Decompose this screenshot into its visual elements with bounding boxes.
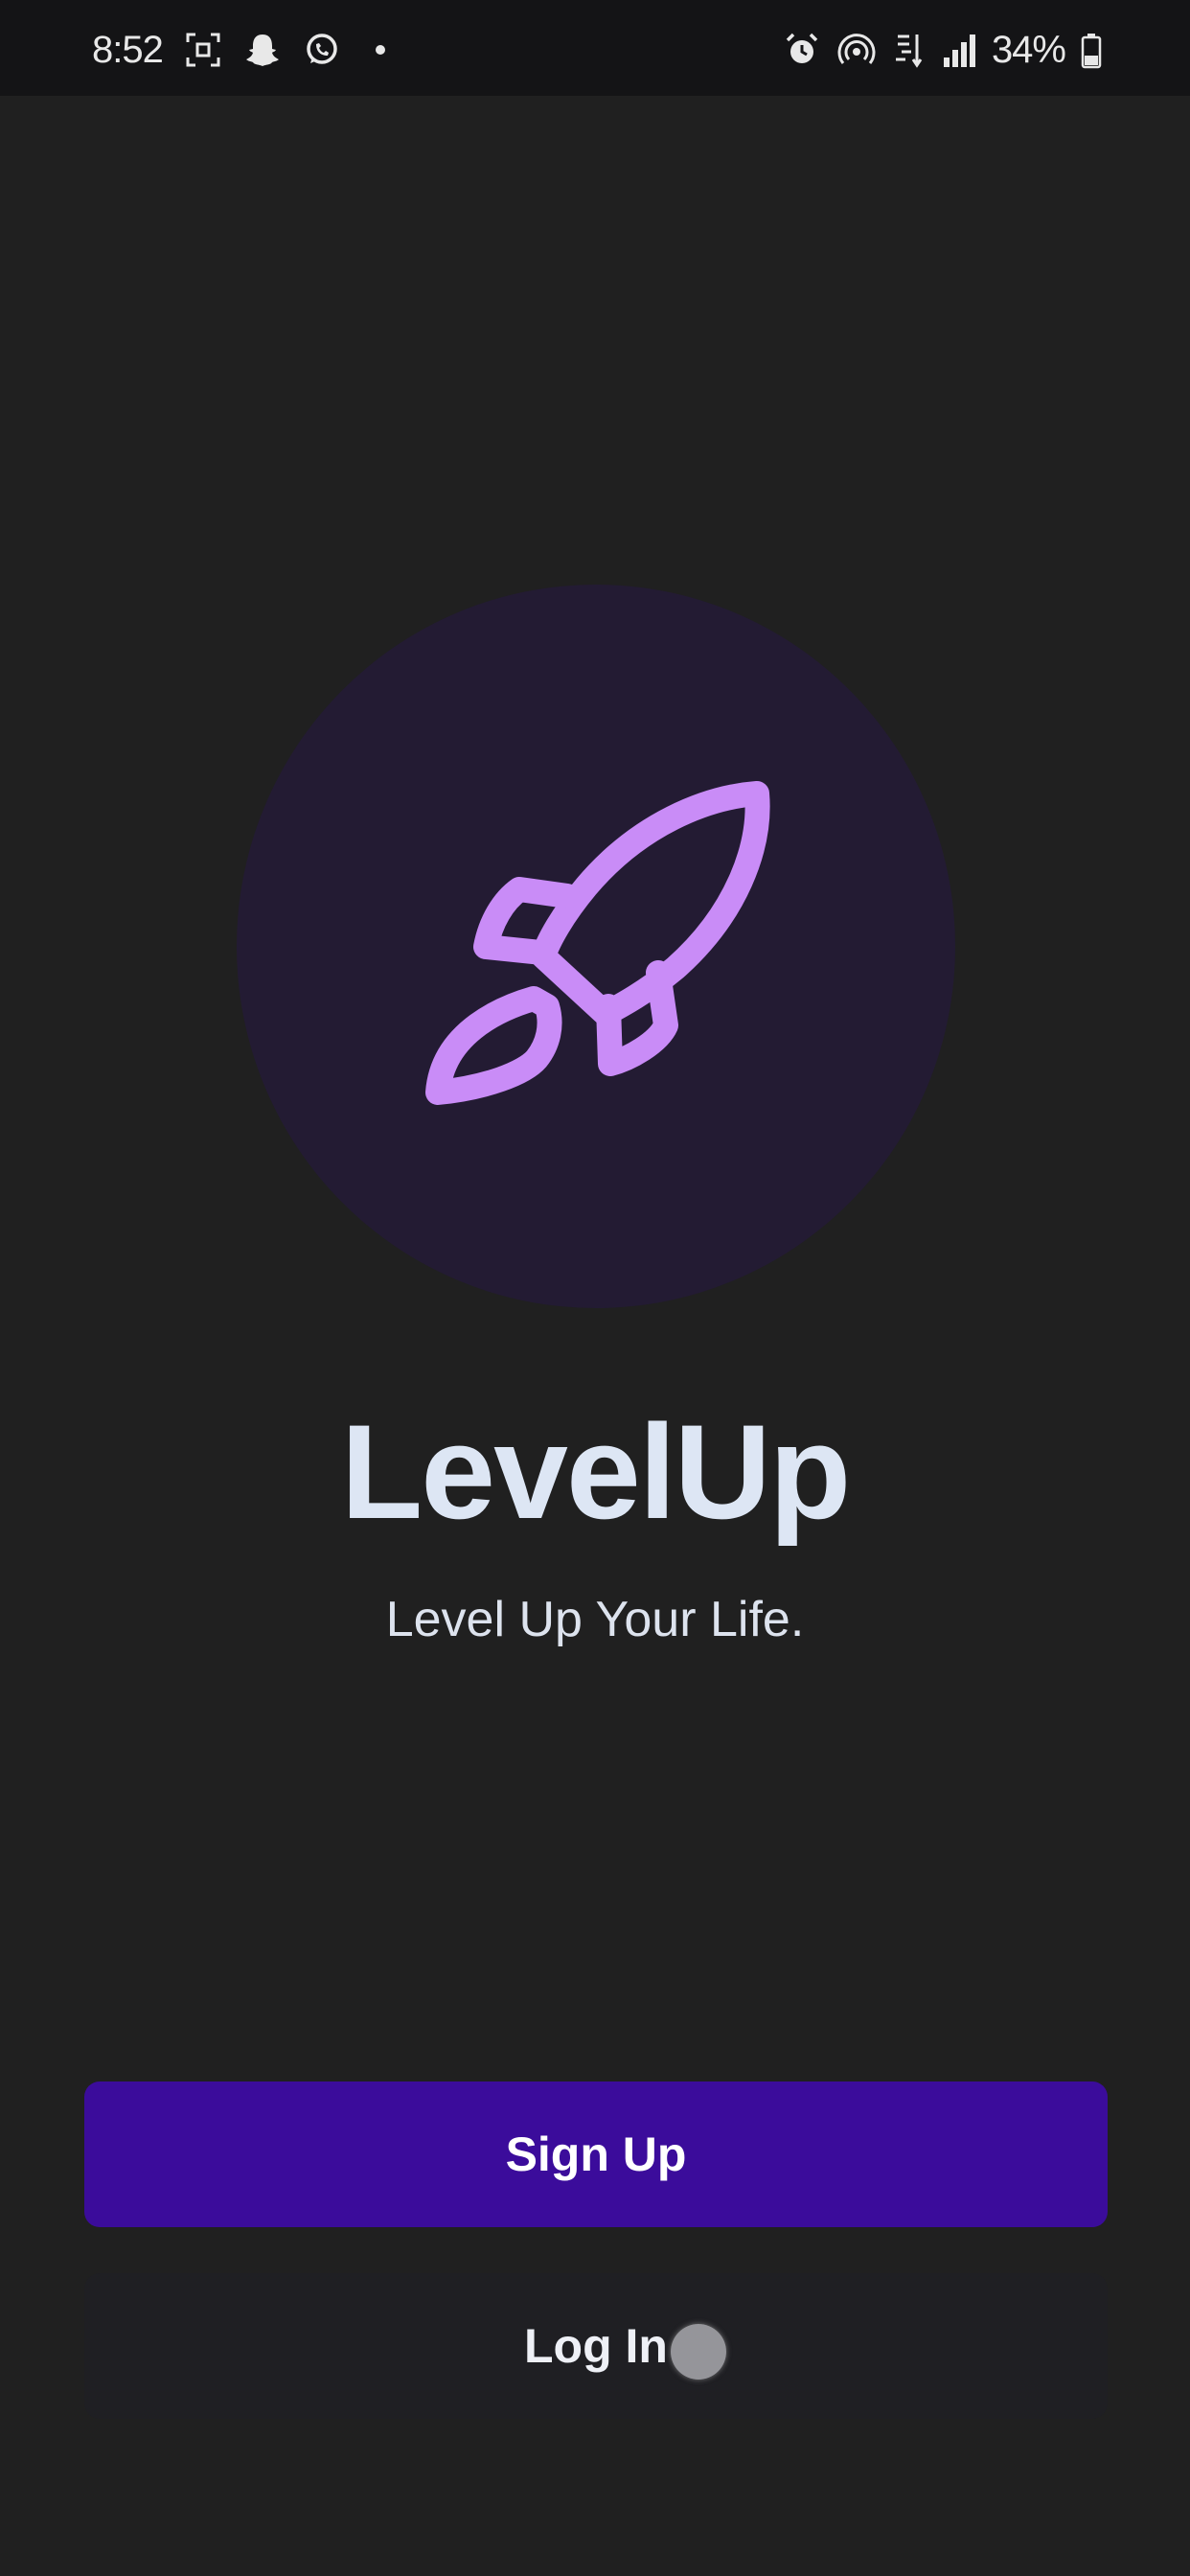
screenshot-icon xyxy=(184,31,222,69)
app-logo xyxy=(237,585,955,1308)
alarm-icon xyxy=(783,31,821,69)
wifi-calling-icon xyxy=(892,31,927,69)
touch-indicator xyxy=(671,2324,726,2380)
snapchat-icon xyxy=(243,31,282,69)
status-bar: 8:52 34% xyxy=(0,0,1190,96)
battery-percentage: 34% xyxy=(991,28,1066,71)
status-time: 8:52 xyxy=(92,28,164,71)
signal-icon xyxy=(942,31,976,69)
log-in-button[interactable]: Log In xyxy=(84,2273,1108,2419)
rocket-icon xyxy=(425,781,770,1105)
app-tagline: Level Up Your Life. xyxy=(385,1592,805,1647)
sign-up-button[interactable]: Sign Up xyxy=(84,2082,1108,2227)
app-title: LevelUp xyxy=(340,1396,852,1547)
status-bar-left: 8:52 xyxy=(92,29,385,71)
sign-up-label: Sign Up xyxy=(505,2128,687,2181)
notification-dot xyxy=(375,45,385,55)
battery-icon xyxy=(1081,31,1102,69)
whatsapp-icon xyxy=(303,31,341,69)
welcome-screen: 8:52 34% LevelUp Level Up Your Life. Sig… xyxy=(0,0,1190,2576)
log-in-label: Log In xyxy=(524,2319,668,2373)
status-bar-right: 34% xyxy=(783,29,1102,71)
hotspot-icon xyxy=(836,31,877,69)
